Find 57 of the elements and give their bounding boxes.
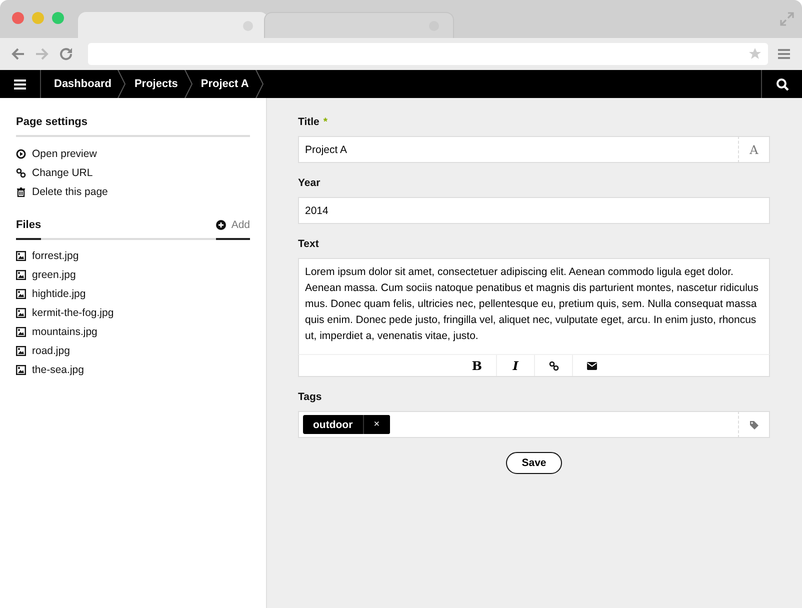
trash-icon bbox=[16, 186, 26, 196]
image-file-icon bbox=[16, 270, 26, 280]
image-file-icon bbox=[16, 346, 26, 356]
reload-icon[interactable] bbox=[58, 46, 74, 62]
remove-tag-button[interactable]: × bbox=[362, 415, 390, 434]
image-file-icon bbox=[16, 364, 26, 374]
expand-icon[interactable] bbox=[780, 12, 794, 26]
breadcrumb-link[interactable]: Dashboard bbox=[54, 78, 118, 90]
field-label: Year bbox=[298, 177, 320, 189]
link-icon bbox=[16, 168, 26, 178]
back-icon[interactable] bbox=[10, 46, 26, 62]
field-label: Tags bbox=[298, 391, 322, 403]
file-link[interactable]: road.jpg bbox=[32, 344, 70, 356]
file-link[interactable]: green.jpg bbox=[32, 268, 76, 280]
file-link[interactable]: kermit-the-fog.jpg bbox=[32, 306, 114, 318]
file-link[interactable]: mountains.jpg bbox=[32, 326, 98, 338]
breadcrumb-separator-icon bbox=[184, 70, 193, 98]
image-file-icon bbox=[16, 308, 26, 318]
action-link[interactable]: Change URL bbox=[32, 166, 93, 178]
play-circle-icon bbox=[16, 148, 26, 158]
breadcrumb-separator-icon bbox=[117, 70, 126, 98]
minimize-window-button[interactable] bbox=[32, 12, 44, 24]
save-button[interactable]: Save bbox=[506, 452, 562, 474]
text-field[interactable]: 2014 bbox=[298, 197, 770, 224]
breadcrumb-separator-icon bbox=[254, 70, 264, 98]
breadcrumb-link[interactable]: Project A bbox=[200, 78, 255, 90]
link-icon bbox=[548, 360, 558, 370]
file-link[interactable]: the-sea.jpg bbox=[32, 364, 84, 376]
envelope-icon bbox=[586, 360, 596, 370]
star-icon[interactable] bbox=[748, 47, 762, 61]
maximize-window-button[interactable] bbox=[52, 12, 64, 24]
section-title: Page settings bbox=[16, 116, 250, 137]
text-area[interactable]: Lorem ipsum dolor sit amet, consectetuer adipiscing elit. Aenean commodo ligula eget dolor. Aenean massa. Cum sociis natoque penatibus et magnis dis parturient montes, nascetur ridiculus mus. Donec quam felis, ultricies nec, pellentesque eu, pretium quis, sem. Nulla consequat massa quis enim. Donec pede justo, fringilla vel, aliquet nec, vulputate eget, arcu. In enim justo, rhoncus ut, imperdiet a, venenatis vitae, justo. bbox=[298, 258, 770, 354]
image-file-icon bbox=[16, 326, 26, 336]
tags-field[interactable]: outdoor × bbox=[298, 411, 738, 438]
plus-circle-icon bbox=[216, 220, 226, 230]
tag-icon bbox=[749, 420, 759, 430]
section-title: Files bbox=[16, 219, 42, 240]
search-icon[interactable] bbox=[776, 78, 788, 90]
field-label: Text bbox=[298, 238, 319, 250]
add-link[interactable]: Add bbox=[231, 219, 250, 231]
forward-icon[interactable] bbox=[34, 46, 50, 62]
breadcrumb-link[interactable]: Projects bbox=[134, 78, 184, 90]
file-link[interactable]: forrest.jpg bbox=[32, 250, 79, 262]
browser-tab[interactable] bbox=[264, 12, 454, 38]
text-field[interactable]: Project A bbox=[298, 136, 738, 163]
font-button[interactable]: A bbox=[738, 136, 770, 163]
required-mark: * bbox=[323, 116, 328, 128]
menu-icon[interactable] bbox=[14, 78, 26, 90]
action-link[interactable]: Delete this page bbox=[32, 186, 108, 198]
action-link[interactable]: Open preview bbox=[32, 148, 97, 160]
tag-label: outdoor bbox=[312, 418, 354, 430]
image-file-icon bbox=[16, 250, 26, 260]
close-window-button[interactable] bbox=[12, 12, 24, 24]
file-link[interactable]: hightide.jpg bbox=[32, 288, 86, 300]
image-file-icon bbox=[16, 288, 26, 298]
field-label: Title bbox=[298, 116, 320, 128]
